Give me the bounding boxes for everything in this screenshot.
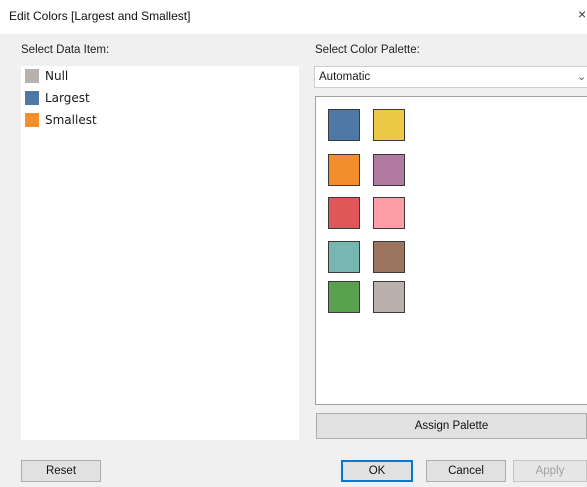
reset-button[interactable]: Reset xyxy=(21,460,101,482)
apply-button[interactable]: Apply xyxy=(513,460,587,482)
close-icon[interactable]: × xyxy=(578,6,587,22)
data-item-label: Smallest xyxy=(45,113,97,127)
assign-palette-button[interactable]: Assign Palette xyxy=(316,413,587,439)
data-item-label: Largest xyxy=(45,91,90,105)
data-item-null[interactable]: Null xyxy=(25,67,285,85)
swatch-smallest xyxy=(25,113,39,127)
swatch-largest xyxy=(25,91,39,105)
palette-swatch[interactable] xyxy=(328,109,360,141)
edit-colors-dialog: Edit Colors [Largest and Smallest] × Sel… xyxy=(0,0,587,487)
select-color-palette-label: Select Color Palette: xyxy=(315,44,420,56)
dialog-title: Edit Colors [Largest and Smallest] xyxy=(9,9,191,23)
palette-swatch[interactable] xyxy=(328,154,360,186)
data-item-list: Null Largest Smallest xyxy=(21,66,299,440)
select-data-item-label: Select Data Item: xyxy=(21,44,110,56)
palette-swatch[interactable] xyxy=(373,154,405,186)
chevron-down-icon: ⌄ xyxy=(577,71,587,83)
data-item-label: Null xyxy=(45,69,69,83)
palette-swatch-grid xyxy=(315,96,587,405)
data-item-smallest[interactable]: Smallest xyxy=(25,111,285,129)
palette-swatch[interactable] xyxy=(373,197,405,229)
swatch-null xyxy=(25,69,39,83)
palette-swatch[interactable] xyxy=(373,241,405,273)
data-item-largest[interactable]: Largest xyxy=(25,89,285,107)
cancel-button[interactable]: Cancel xyxy=(426,460,506,482)
palette-swatch[interactable] xyxy=(328,281,360,313)
ok-button[interactable]: OK xyxy=(341,460,413,482)
palette-swatch[interactable] xyxy=(373,109,405,141)
palette-select[interactable]: Automatic ⌄ xyxy=(314,66,587,88)
palette-swatch[interactable] xyxy=(373,281,405,313)
palette-select-value: Automatic xyxy=(319,71,371,83)
palette-swatch[interactable] xyxy=(328,197,360,229)
title-bar: Edit Colors [Largest and Smallest] × xyxy=(0,0,587,34)
palette-swatch[interactable] xyxy=(328,241,360,273)
